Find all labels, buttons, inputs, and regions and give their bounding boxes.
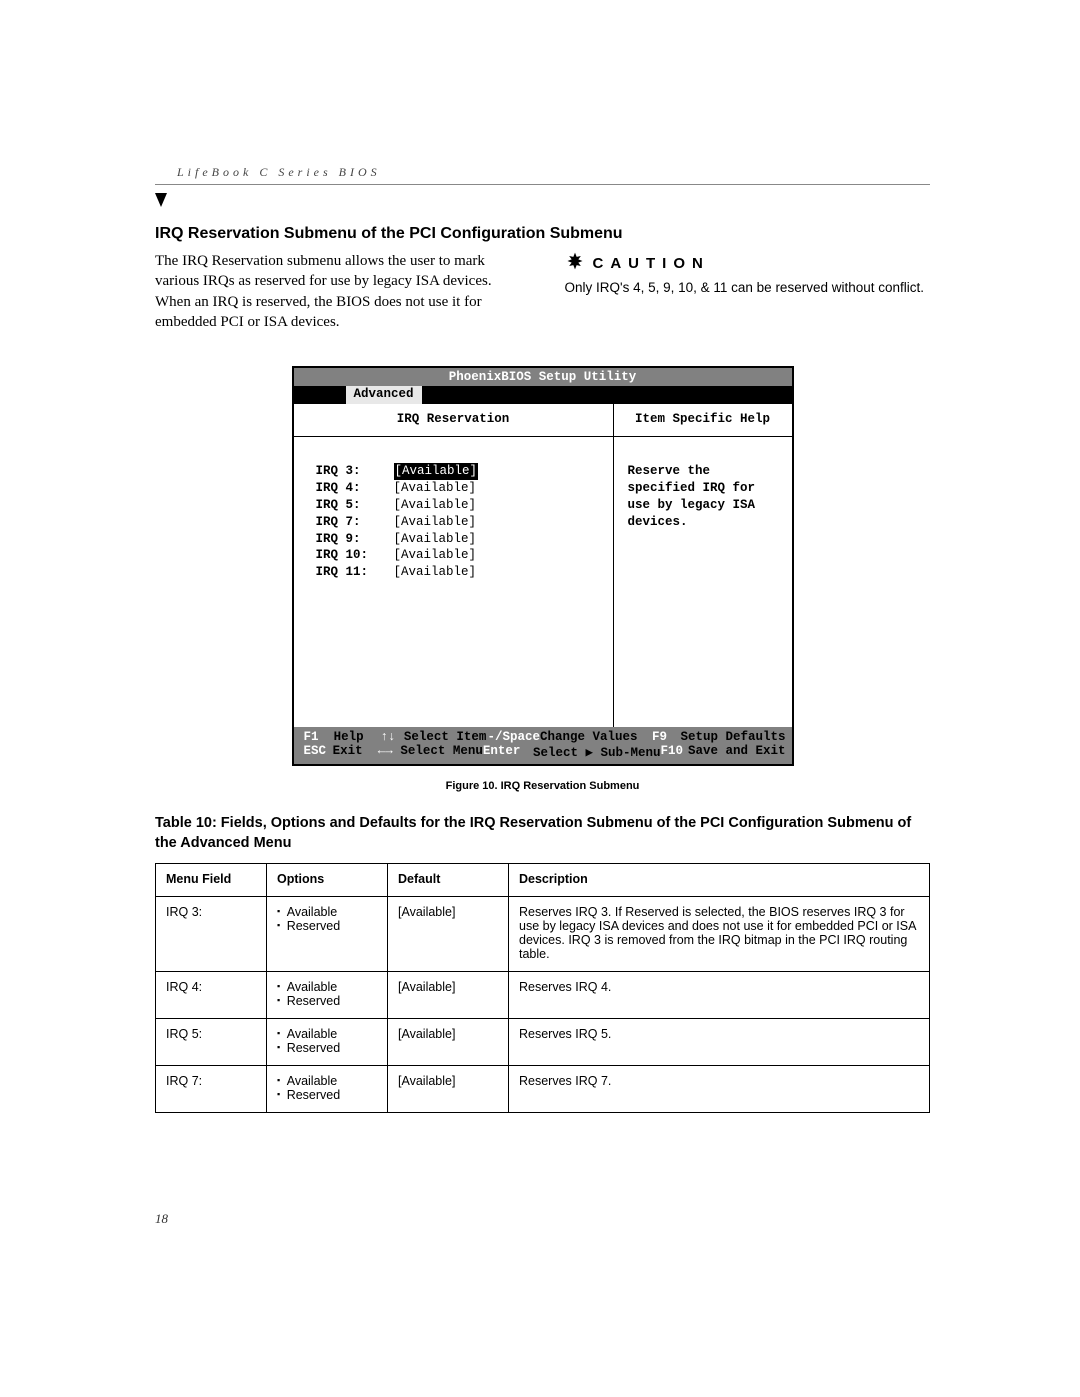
th-options: Options: [267, 864, 388, 897]
table-row: IRQ 7:AvailableReserved[Available]Reserv…: [156, 1066, 930, 1113]
bios-irq-value[interactable]: [Available]: [394, 531, 477, 548]
caution-heading: CAUTION: [565, 251, 931, 275]
bios-tab-bar: Advanced: [294, 386, 792, 404]
option-item: Reserved: [277, 994, 377, 1008]
bios-help-text: Reserve the specified IRQ for use by leg…: [614, 437, 792, 541]
table-row: IRQ 5:AvailableReserved[Available]Reserv…: [156, 1019, 930, 1066]
bios-irq-row[interactable]: IRQ 11: [Available]: [316, 564, 603, 581]
bios-tab-advanced[interactable]: Advanced: [346, 386, 422, 404]
bios-irq-value[interactable]: [Available]: [394, 480, 477, 497]
option-item: Available: [277, 980, 377, 994]
bios-label-exit: Exit: [333, 744, 378, 760]
bios-irq-row[interactable]: IRQ 4: [Available]: [316, 480, 603, 497]
th-description: Description: [509, 864, 930, 897]
bios-label-setup-defaults: Setup Defaults: [680, 730, 785, 744]
bios-key-space: -/Space: [487, 730, 540, 744]
bios-footer: F1 Help ↑↓ Select Item -/Space Change Va…: [294, 727, 792, 764]
option-item: Available: [277, 905, 377, 919]
table-row: IRQ 3:AvailableReserved[Available]Reserv…: [156, 897, 930, 972]
bios-label-select-item: Select Item: [404, 730, 488, 744]
table-header-row: Menu Field Options Default Description: [156, 864, 930, 897]
bios-irq-row[interactable]: IRQ 10: [Available]: [316, 547, 603, 564]
bios-label-help: Help: [334, 730, 381, 744]
bios-left-header: IRQ Reservation: [294, 404, 613, 437]
caution-icon: [565, 251, 585, 275]
cell-default: [Available]: [388, 897, 509, 972]
cell-default: [Available]: [388, 1066, 509, 1113]
cell-description: Reserves IRQ 5.: [509, 1019, 930, 1066]
cell-menu-field: IRQ 3:: [156, 897, 267, 972]
bios-irq-label: IRQ 10:: [316, 547, 394, 564]
option-item: Reserved: [277, 1041, 377, 1055]
bios-irq-value[interactable]: [Available]: [394, 463, 479, 480]
fields-table: Menu Field Options Default Description I…: [155, 863, 930, 1113]
option-item: Reserved: [277, 1088, 377, 1102]
bios-label-save-exit: Save and Exit: [688, 744, 786, 760]
bios-irq-list: IRQ 3: [Available]IRQ 4: [Available]IRQ …: [294, 437, 613, 727]
bios-key-f1: F1: [304, 730, 334, 744]
chevron-down-icon: [155, 193, 167, 207]
bios-label-select-submenu: Select ▶ Sub-Menu: [533, 744, 661, 760]
bios-irq-row[interactable]: IRQ 5: [Available]: [316, 497, 603, 514]
page: LifeBook C Series BIOS IRQ Reservation S…: [0, 0, 1080, 1397]
bios-irq-label: IRQ 5:: [316, 497, 394, 514]
bios-screenshot: PhoenixBIOS Setup Utility Advanced IRQ R…: [155, 366, 930, 766]
cell-default: [Available]: [388, 972, 509, 1019]
caution-label: CAUTION: [593, 255, 710, 272]
caution-box: CAUTION Only IRQ's 4, 5, 9, 10, & 11 can…: [565, 251, 931, 297]
caution-text: Only IRQ's 4, 5, 9, 10, & 11 can be rese…: [565, 279, 931, 297]
bios-key-f9: F9: [652, 730, 680, 744]
cell-options: AvailableReserved: [267, 1019, 388, 1066]
bios-key-leftright: ←→: [378, 744, 401, 760]
table-row: IRQ 4:AvailableReserved[Available]Reserv…: [156, 972, 930, 1019]
cell-options: AvailableReserved: [267, 897, 388, 972]
bios-right-header: Item Specific Help: [614, 404, 792, 437]
running-head: LifeBook C Series BIOS: [155, 165, 930, 185]
bios-irq-label: IRQ 9:: [316, 531, 394, 548]
bios-irq-row[interactable]: IRQ 9: [Available]: [316, 531, 603, 548]
bios-irq-label: IRQ 11:: [316, 564, 394, 581]
bios-irq-value[interactable]: [Available]: [394, 514, 477, 531]
bios-key-updown: ↑↓: [380, 730, 403, 744]
option-item: Available: [277, 1074, 377, 1088]
option-item: Reserved: [277, 919, 377, 933]
cell-description: Reserves IRQ 3. If Reserved is selected,…: [509, 897, 930, 972]
cell-menu-field: IRQ 4:: [156, 972, 267, 1019]
cell-default: [Available]: [388, 1019, 509, 1066]
bios-irq-value[interactable]: [Available]: [394, 547, 477, 564]
option-item: Available: [277, 1027, 377, 1041]
th-menu-field: Menu Field: [156, 864, 267, 897]
cell-menu-field: IRQ 7:: [156, 1066, 267, 1113]
bios-irq-row[interactable]: IRQ 7: [Available]: [316, 514, 603, 531]
cell-options: AvailableReserved: [267, 1066, 388, 1113]
cell-description: Reserves IRQ 7.: [509, 1066, 930, 1113]
bios-irq-label: IRQ 3:: [316, 463, 394, 480]
figure-caption: Figure 10. IRQ Reservation Submenu: [155, 780, 930, 792]
section-title: IRQ Reservation Submenu of the PCI Confi…: [155, 225, 930, 243]
cell-menu-field: IRQ 5:: [156, 1019, 267, 1066]
bios-irq-row[interactable]: IRQ 3: [Available]: [316, 463, 603, 480]
cell-options: AvailableReserved: [267, 972, 388, 1019]
bios-key-f10: F10: [661, 744, 688, 760]
bios-key-esc: ESC: [304, 744, 333, 760]
cell-description: Reserves IRQ 4.: [509, 972, 930, 1019]
bios-irq-label: IRQ 4:: [316, 480, 394, 497]
bios-title: PhoenixBIOS Setup Utility: [294, 368, 792, 386]
page-number: 18: [155, 1211, 168, 1227]
intro-paragraph: The IRQ Reservation submenu allows the u…: [155, 251, 521, 332]
bios-label-change-values: Change Values: [540, 730, 652, 744]
table-title: Table 10: Fields, Options and Defaults f…: [155, 814, 930, 853]
two-column-region: The IRQ Reservation submenu allows the u…: [155, 251, 930, 332]
bios-irq-value[interactable]: [Available]: [394, 564, 477, 581]
bios-key-enter: Enter: [483, 744, 533, 760]
bios-label-select-menu: Select Menu: [400, 744, 483, 760]
th-default: Default: [388, 864, 509, 897]
bios-irq-label: IRQ 7:: [316, 514, 394, 531]
bios-irq-value[interactable]: [Available]: [394, 497, 477, 514]
